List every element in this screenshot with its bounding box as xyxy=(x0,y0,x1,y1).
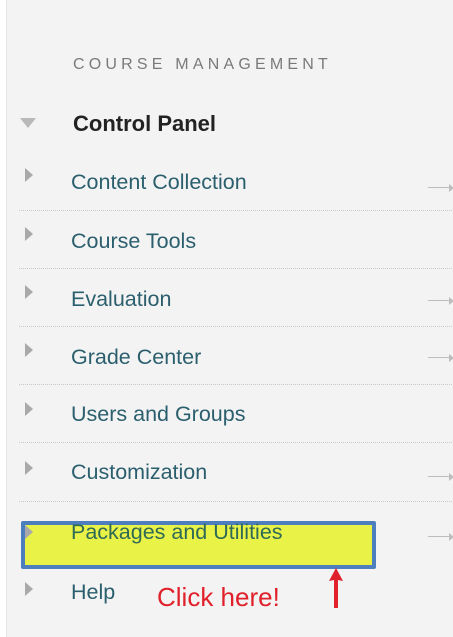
expand-triangle-icon[interactable] xyxy=(25,285,33,299)
collapse-triangle-icon[interactable] xyxy=(20,118,36,128)
divider xyxy=(19,268,453,269)
expand-triangle-icon[interactable] xyxy=(25,227,33,241)
menu-item-grade-center[interactable]: Grade Center xyxy=(71,345,201,370)
expand-triangle-icon[interactable] xyxy=(25,168,33,182)
course-management-panel: COURSE MANAGEMENT Control Panel Content … xyxy=(6,0,453,637)
menu-item-customization[interactable]: Customization xyxy=(71,460,207,485)
divider xyxy=(19,326,453,327)
menu-item-users-and-groups[interactable]: Users and Groups xyxy=(71,402,245,427)
arrow-right-icon xyxy=(428,297,453,305)
divider xyxy=(19,442,453,443)
divider xyxy=(19,384,453,385)
arrow-right-icon xyxy=(428,184,453,192)
arrow-right-icon xyxy=(428,533,453,541)
up-arrow-icon xyxy=(329,568,343,608)
control-panel-label[interactable]: Control Panel xyxy=(73,111,216,137)
menu-item-packages-and-utilities[interactable]: Packages and Utilities xyxy=(71,520,283,545)
menu-item-evaluation[interactable]: Evaluation xyxy=(71,287,171,312)
expand-triangle-icon[interactable] xyxy=(25,343,33,357)
expand-triangle-icon[interactable] xyxy=(25,582,33,596)
expand-triangle-icon[interactable] xyxy=(25,402,33,416)
menu-item-content-collection[interactable]: Content Collection xyxy=(71,170,247,195)
section-title: COURSE MANAGEMENT xyxy=(73,56,332,73)
click-here-annotation: Click here! xyxy=(157,582,280,612)
expand-triangle-icon[interactable] xyxy=(25,525,33,539)
expand-triangle-icon[interactable] xyxy=(25,461,33,475)
menu-item-course-tools[interactable]: Course Tools xyxy=(71,229,196,254)
divider xyxy=(19,501,453,502)
arrow-right-icon xyxy=(428,473,453,481)
divider xyxy=(19,210,453,211)
menu-item-help[interactable]: Help xyxy=(71,580,115,605)
arrow-right-icon xyxy=(428,354,453,362)
